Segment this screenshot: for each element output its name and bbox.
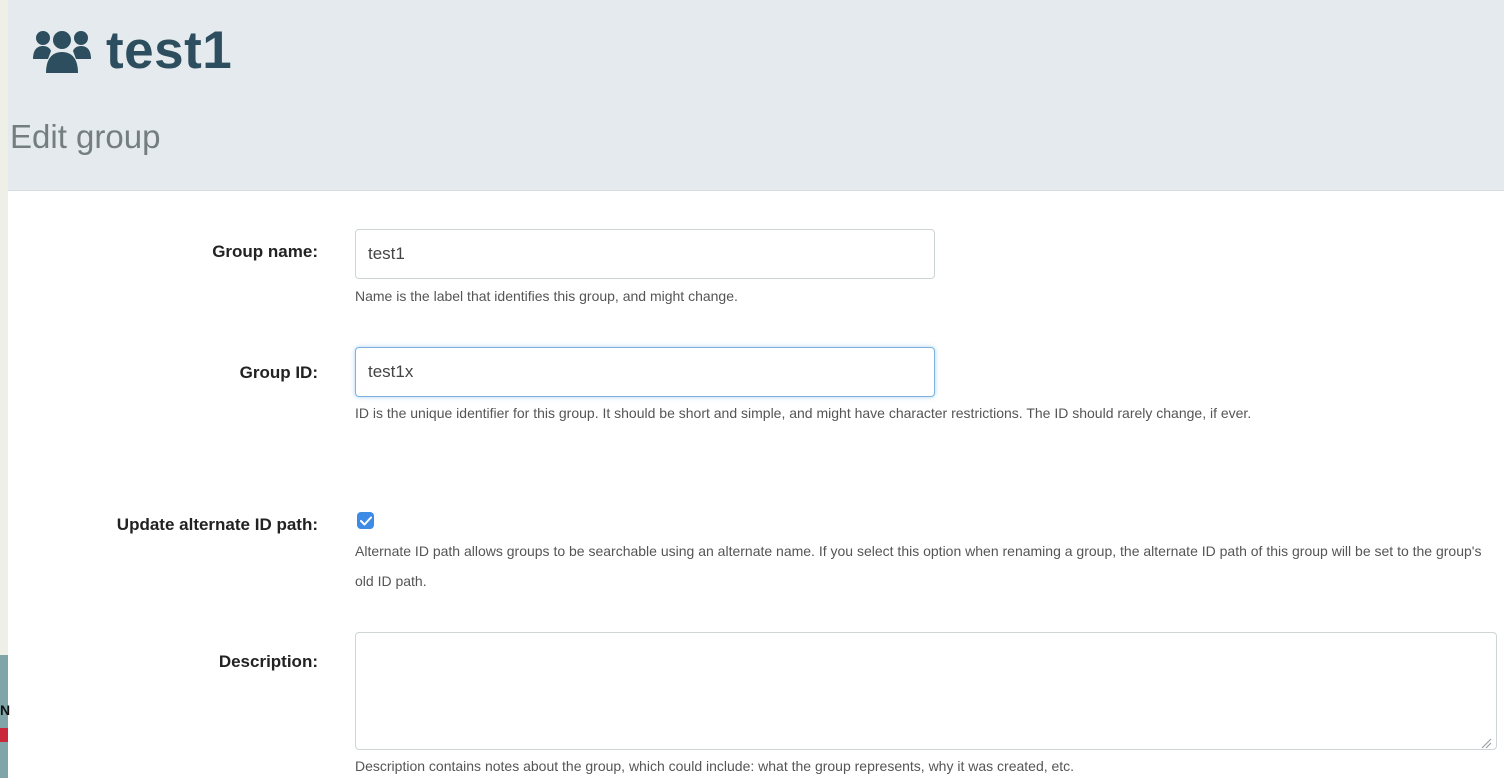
left-window-edge: N (0, 0, 10, 778)
group-name-input[interactable] (355, 229, 935, 279)
description-label: Description: (218, 652, 318, 671)
checkmark-icon (359, 516, 372, 525)
group-id-input[interactable] (355, 347, 935, 397)
users-icon (32, 25, 92, 77)
page-subtitle: Edit group (10, 118, 161, 155)
update-alternate-id-help: Alternate ID path allows groups to be se… (355, 543, 1482, 589)
page-title: test1 (106, 21, 233, 80)
group-name-help: Name is the label that identifies this g… (355, 288, 738, 304)
group-name-label: Group name: (212, 242, 318, 261)
group-id-label: Group ID: (239, 363, 318, 382)
description-textarea[interactable] (355, 632, 1497, 750)
update-alternate-id-checkbox[interactable] (357, 512, 374, 529)
group-id-help: ID is the unique identifier for this gro… (355, 405, 1252, 421)
resize-grip-icon[interactable] (1480, 737, 1492, 749)
title-row: test1 (32, 24, 232, 77)
update-alternate-id-label: Update alternate ID path: (116, 515, 318, 534)
page-header: test1 Edit group (8, 0, 1504, 191)
description-help: Description contains notes about the gro… (355, 758, 1075, 774)
